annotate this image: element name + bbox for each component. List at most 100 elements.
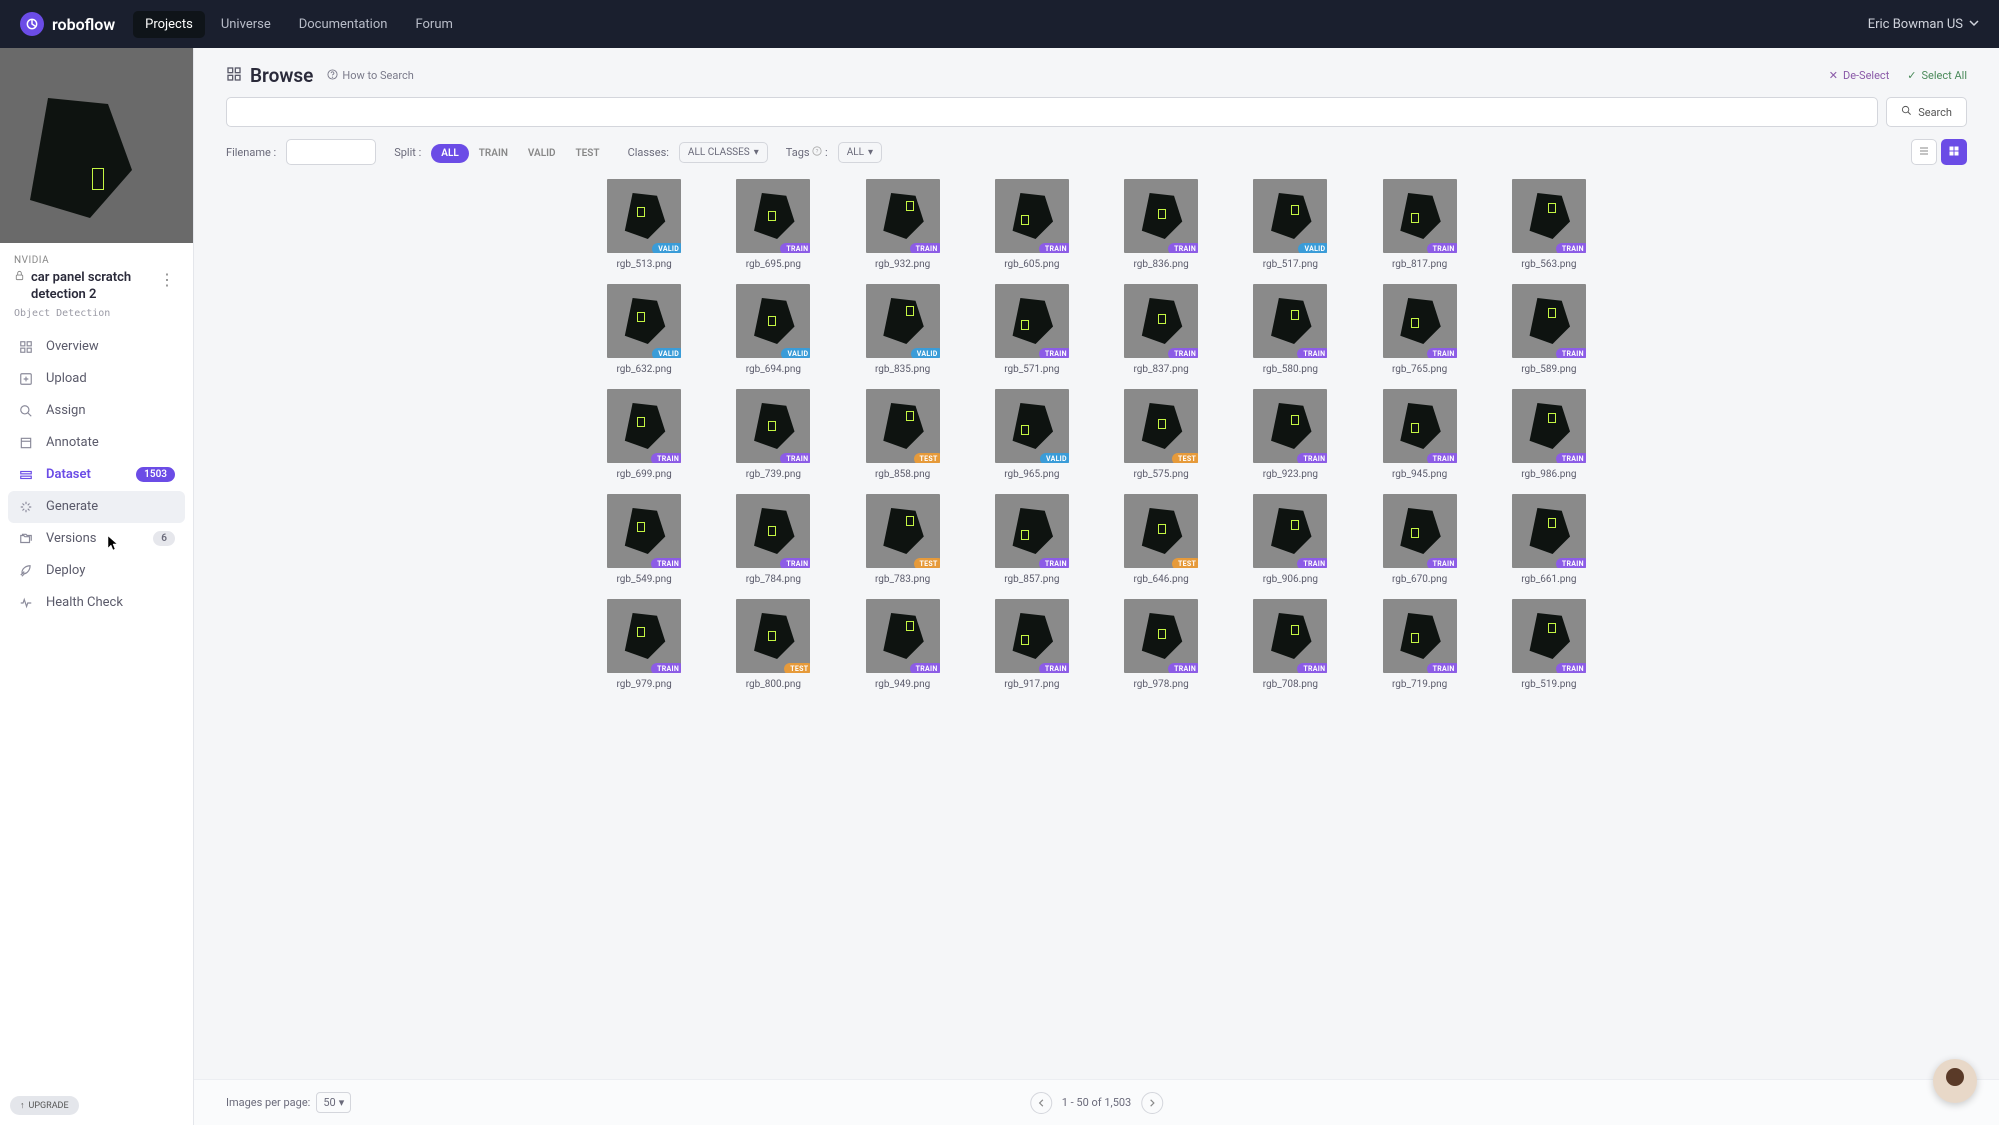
next-page-button[interactable] [1141, 1092, 1163, 1114]
select-all-button[interactable]: ✓ Select All [1907, 69, 1967, 82]
search-input[interactable] [226, 97, 1878, 127]
image-thumbnail[interactable]: TRAIN [1512, 389, 1586, 463]
image-thumbnail[interactable]: VALID [866, 284, 940, 358]
help-icon: ? [812, 146, 825, 159]
image-filename: rgb_906.png [1263, 574, 1318, 585]
image-thumbnail[interactable]: TRAIN [1253, 284, 1327, 358]
image-card: TRAINrgb_580.png [1233, 284, 1348, 375]
sidebar-item-annotate[interactable]: Annotate [8, 427, 185, 459]
sidebar-item-upload[interactable]: Upload [8, 363, 185, 395]
sidebar-item-overview[interactable]: Overview [8, 331, 185, 363]
nav-link-documentation[interactable]: Documentation [287, 11, 400, 38]
user-name: Eric Bowman US [1868, 17, 1963, 32]
upgrade-button[interactable]: ↑ UPGRADE [10, 1096, 79, 1115]
image-filename: rgb_858.png [875, 469, 930, 480]
image-thumbnail[interactable]: TRAIN [607, 494, 681, 568]
image-thumbnail[interactable]: TRAIN [1512, 599, 1586, 673]
image-thumbnail[interactable]: TRAIN [1512, 179, 1586, 253]
sidebar-item-versions[interactable]: Versions6 [8, 523, 185, 555]
split-badge: TRAIN [1297, 348, 1327, 358]
image-thumbnail[interactable]: TRAIN [607, 599, 681, 673]
image-thumbnail[interactable]: TEST [1124, 494, 1198, 568]
image-thumbnail[interactable]: TRAIN [1253, 599, 1327, 673]
image-thumbnail[interactable]: TRAIN [1124, 599, 1198, 673]
brand-logo[interactable]: roboflow [20, 12, 115, 36]
image-thumbnail[interactable]: TRAIN [1124, 284, 1198, 358]
split-badge: TRAIN [1039, 243, 1069, 253]
sidebar-item-generate[interactable]: Generate [8, 491, 185, 523]
image-thumbnail[interactable]: TRAIN [1383, 389, 1457, 463]
sidebar-item-deploy[interactable]: Deploy [8, 555, 185, 587]
image-thumbnail[interactable]: TRAIN [866, 179, 940, 253]
filename-filter-input[interactable] [286, 139, 376, 165]
image-thumbnail[interactable]: TRAIN [1383, 284, 1457, 358]
image-filename: rgb_563.png [1521, 259, 1576, 270]
image-filename: rgb_800.png [746, 679, 801, 690]
nav-link-projects[interactable]: Projects [133, 11, 205, 38]
split-pill-test[interactable]: TEST [566, 144, 610, 163]
image-card: TRAIN rgb_978.png [1104, 599, 1219, 690]
image-thumbnail[interactable]: TRAIN [1253, 494, 1327, 568]
image-card: TRAINrgb_605.png [974, 179, 1089, 270]
grid-view-button[interactable] [1941, 139, 1967, 165]
image-thumbnail[interactable]: TRAIN [736, 389, 810, 463]
image-card: VALIDrgb_694.png [716, 284, 831, 375]
image-thumbnail[interactable]: TRAIN [1383, 599, 1457, 673]
image-thumbnail[interactable]: TRAIN [607, 389, 681, 463]
image-thumbnail[interactable]: TEST [866, 389, 940, 463]
perpage-select[interactable]: 50 ▾ [316, 1092, 351, 1113]
sidebar-item-health-check[interactable]: Health Check [8, 587, 185, 619]
image-thumbnail[interactable]: VALID [1253, 179, 1327, 253]
classes-chip[interactable]: ALL CLASSES ▾ [679, 142, 768, 163]
image-thumbnail[interactable]: VALID [607, 284, 681, 358]
image-thumbnail[interactable]: TRAIN [995, 179, 1069, 253]
nav-link-forum[interactable]: Forum [403, 11, 464, 38]
deselect-button[interactable]: ✕ De-Select [1829, 69, 1890, 82]
image-thumbnail[interactable]: TRAIN [995, 599, 1069, 673]
image-thumbnail[interactable]: TRAIN [736, 179, 810, 253]
sidebar-item-dataset[interactable]: Dataset1503 [8, 459, 185, 491]
split-pill-all[interactable]: ALL [431, 144, 469, 163]
project-preview[interactable] [0, 48, 193, 243]
tags-chip[interactable]: ALL ▾ [838, 142, 882, 163]
image-filename: rgb_949.png [875, 679, 930, 690]
image-thumbnail[interactable]: TRAIN [736, 494, 810, 568]
list-view-button[interactable] [1911, 139, 1937, 165]
image-grid: VALIDrgb_513.pngTRAINrgb_695.pngTRAINrgb… [587, 179, 1607, 690]
split-pill-train[interactable]: TRAIN [469, 144, 518, 163]
image-thumbnail[interactable]: VALID [736, 284, 810, 358]
image-thumbnail[interactable]: TEST [736, 599, 810, 673]
image-thumbnail[interactable]: VALID [995, 389, 1069, 463]
image-thumbnail[interactable]: TRAIN [1512, 494, 1586, 568]
image-thumbnail[interactable]: TRAIN [995, 284, 1069, 358]
image-card: TRAINrgb_986.png [1491, 389, 1606, 480]
image-filename: rgb_784.png [746, 574, 801, 585]
split-badge: TRAIN [1427, 558, 1457, 568]
classes-chip-label: ALL CLASSES [688, 147, 750, 158]
image-thumbnail[interactable]: TRAIN [1512, 284, 1586, 358]
image-thumbnail[interactable]: TRAIN [995, 494, 1069, 568]
sidebar-item-assign[interactable]: Assign [8, 395, 185, 427]
image-card: TRAINrgb_695.png [716, 179, 831, 270]
image-thumbnail[interactable]: VALID [607, 179, 681, 253]
image-thumbnail[interactable]: TEST [866, 494, 940, 568]
prev-page-button[interactable] [1030, 1092, 1052, 1114]
image-filename: rgb_978.png [1133, 679, 1188, 690]
user-menu[interactable]: Eric Bowman US [1868, 17, 1979, 32]
image-thumbnail[interactable]: TRAIN [1383, 179, 1457, 253]
classes-filter-label: Classes: [628, 146, 669, 159]
image-thumbnail[interactable]: TRAIN [1253, 389, 1327, 463]
project-more-icon[interactable]: ⋮ [155, 270, 179, 289]
how-to-search[interactable]: How to Search [327, 69, 413, 83]
nav-link-universe[interactable]: Universe [209, 11, 283, 38]
image-card: TRAINrgb_739.png [716, 389, 831, 480]
split-badge: TRAIN [1168, 243, 1198, 253]
image-card: TESTrgb_646.png [1104, 494, 1219, 585]
split-pill-valid[interactable]: VALID [518, 144, 566, 163]
chat-widget[interactable] [1933, 1059, 1977, 1103]
image-thumbnail[interactable]: TEST [1124, 389, 1198, 463]
image-thumbnail[interactable]: TRAIN [1124, 179, 1198, 253]
search-button[interactable]: Search [1886, 97, 1967, 127]
image-thumbnail[interactable]: TRAIN [1383, 494, 1457, 568]
image-thumbnail[interactable]: TRAIN [866, 599, 940, 673]
